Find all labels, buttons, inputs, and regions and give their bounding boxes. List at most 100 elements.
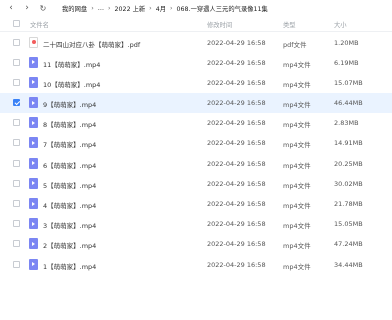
file-row[interactable]: 3【萌萌家】.mp4 2022-04-29 16:58 mp4文件 15.05MB: [0, 214, 392, 234]
row-checkbox[interactable]: [13, 240, 20, 248]
video-file-icon: [29, 198, 38, 209]
file-type: mp4文件: [283, 141, 311, 150]
file-size: 15.07MB: [334, 78, 363, 87]
file-list: 二十四山对应八卦【萌萌家】.pdf 2022-04-29 16:58 pdf文件 1.…: [0, 32, 392, 274]
row-checkbox[interactable]: [13, 58, 20, 66]
video-file-icon: [29, 218, 38, 230]
back-arrow-icon[interactable]: ‹: [4, 1, 18, 15]
file-modified-time: 2022-04-29 16:58: [207, 200, 266, 208]
file-modified-time: 2022-04-29 16:58: [207, 119, 266, 128]
row-checkbox[interactable]: [13, 38, 20, 46]
row-checkbox[interactable]: [13, 78, 20, 86]
file-row[interactable]: 二十四山对应八卦【萌萌家】.pdf 2022-04-29 16:58 pdf文件 1.…: [0, 32, 392, 52]
file-name[interactable]: 二十四山对应八卦【萌萌家】.pdf: [43, 39, 140, 49]
file-name[interactable]: 10【萌萌家】.mp4: [43, 79, 100, 89]
file-type: mp4文件: [283, 242, 311, 251]
file-size: 47.24MB: [334, 240, 363, 249]
file-modified-time: 2022-04-29 16:58: [207, 179, 266, 188]
file-size: 1.20MB: [334, 38, 359, 47]
toolbar: ‹ › ↻ 我的网盘 › … › 2022 上新 › 4月 › 068.一穿遇人…: [0, 0, 392, 16]
video-file-icon: [29, 137, 38, 149]
video-file-icon: [29, 117, 38, 129]
file-type: mp4文件: [283, 161, 311, 170]
file-row[interactable]: 11【萌萌家】.mp4 2022-04-29 16:58 mp4文件 6.19MB: [0, 52, 392, 72]
breadcrumb-separator-icon: ›: [170, 4, 173, 12]
file-name[interactable]: 5【萌萌家】.mp4: [43, 180, 96, 190]
column-header-row: 文件名 修改时间 类型 大小: [0, 16, 392, 32]
file-row[interactable]: 7【萌萌家】.mp4 2022-04-29 16:58 mp4文件 14.91MB: [0, 133, 392, 153]
file-name[interactable]: 2【萌萌家】.mp4: [43, 240, 96, 250]
file-name[interactable]: 4【萌萌家】.mp4: [43, 200, 96, 210]
file-modified-time: 2022-04-29 16:58: [207, 220, 266, 229]
file-name[interactable]: 11【萌萌家】.mp4: [43, 59, 100, 69]
file-row[interactable]: 8【萌萌家】.mp4 2022-04-29 16:58 mp4文件 2.83MB: [0, 113, 392, 133]
file-type: mp4文件: [283, 60, 311, 69]
column-header-modified-time[interactable]: 修改时间: [207, 20, 232, 29]
row-checkbox[interactable]: [13, 220, 20, 228]
video-file-icon: [29, 97, 38, 109]
video-file-icon: [29, 157, 38, 169]
file-size: 20.25MB: [334, 159, 363, 168]
row-checkbox[interactable]: [13, 139, 20, 147]
file-name[interactable]: 3【萌萌家】.mp4: [43, 220, 96, 230]
row-checkbox[interactable]: [13, 200, 20, 207]
file-modified-time: 2022-04-29 16:58: [207, 139, 266, 148]
file-modified-time: 2022-04-29 16:58: [207, 240, 266, 249]
file-row[interactable]: 6【萌萌家】.mp4 2022-04-29 16:58 mp4文件 20.25MB: [0, 153, 392, 173]
file-name[interactable]: 7【萌萌家】.mp4: [43, 139, 96, 149]
pdf-file-icon: [29, 36, 38, 48]
file-type: mp4文件: [283, 80, 311, 89]
file-name[interactable]: 9【萌萌家】.mp4: [43, 99, 96, 109]
file-type: pdf文件: [283, 40, 307, 49]
file-row[interactable]: 10【萌萌家】.mp4 2022-04-29 16:58 mp4文件 15.07MB: [0, 72, 392, 92]
breadcrumb-item-ellipsis[interactable]: …: [98, 5, 104, 12]
file-row[interactable]: 2【萌萌家】.mp4 2022-04-29 16:58 mp4文件 47.24MB: [0, 234, 392, 254]
row-checkbox[interactable]: [13, 119, 20, 127]
video-file-icon: [29, 258, 38, 270]
breadcrumb-separator-icon: ›: [149, 4, 152, 12]
column-header-name[interactable]: 文件名: [30, 20, 49, 29]
file-size: 15.05MB: [334, 220, 363, 229]
column-header-size[interactable]: 大小: [334, 20, 347, 29]
file-size: 46.44MB: [334, 99, 363, 108]
file-row[interactable]: 1【萌萌家】.mp4 2022-04-29 16:58 mp4文件 34.44MB: [0, 254, 392, 274]
file-modified-time: 2022-04-29 16:58: [207, 99, 266, 108]
file-size: 30.02MB: [334, 179, 363, 188]
forward-arrow-icon[interactable]: ›: [20, 1, 34, 15]
file-type: mp4文件: [283, 222, 311, 231]
breadcrumb-item-current-folder: 068.一穿遇人三元的气录像11集: [176, 5, 268, 13]
breadcrumb: 我的网盘 › … › 2022 上新 › 4月 › 068.一穿遇人三元的气录像…: [62, 4, 268, 13]
breadcrumb-item-2022[interactable]: 2022 上新: [115, 4, 146, 13]
refresh-icon[interactable]: ↻: [36, 1, 50, 15]
file-name[interactable]: 6【萌萌家】.mp4: [43, 160, 96, 170]
video-file-icon: [29, 76, 38, 88]
row-checkbox[interactable]: [13, 179, 20, 187]
file-row[interactable]: 9【萌萌家】.mp4 2022-04-29 16:58 mp4文件 46.44MB: [0, 92, 392, 113]
file-modified-time: 2022-04-29 16:58: [207, 78, 266, 87]
file-row[interactable]: 5【萌萌家】.mp4 2022-04-29 16:58 mp4文件 30.02MB: [0, 173, 392, 193]
file-size: 6.19MB: [334, 58, 359, 67]
file-size: 2.83MB: [334, 119, 359, 128]
row-checkbox[interactable]: [13, 99, 20, 107]
file-name[interactable]: 8【萌萌家】.mp4: [43, 119, 96, 129]
file-type: mp4文件: [283, 262, 311, 271]
column-header-type[interactable]: 类型: [283, 20, 296, 29]
row-checkbox[interactable]: [13, 159, 20, 167]
breadcrumb-item-april[interactable]: 4月: [156, 4, 166, 13]
file-modified-time: 2022-04-29 16:58: [207, 159, 266, 168]
file-size: 14.91MB: [334, 139, 363, 148]
row-checkbox[interactable]: [13, 260, 20, 268]
file-modified-time: 2022-04-29 16:58: [207, 58, 266, 67]
file-type: mp4文件: [283, 181, 311, 190]
file-size: 21.78MB: [334, 200, 363, 208]
file-modified-time: 2022-04-29 16:58: [207, 38, 266, 47]
select-all-checkbox[interactable]: [13, 20, 20, 27]
breadcrumb-separator-icon: ›: [91, 4, 94, 12]
file-type: mp4文件: [283, 202, 311, 210]
breadcrumb-separator-icon: ›: [108, 4, 111, 12]
video-file-icon: [29, 56, 38, 68]
file-row[interactable]: 4【萌萌家】.mp4 2022-04-29 16:58 mp4文件 21.78MB: [0, 194, 392, 214]
file-name[interactable]: 1【萌萌家】.mp4: [43, 261, 96, 271]
video-file-icon: [29, 238, 38, 250]
breadcrumb-item-root[interactable]: 我的网盘: [62, 4, 87, 13]
